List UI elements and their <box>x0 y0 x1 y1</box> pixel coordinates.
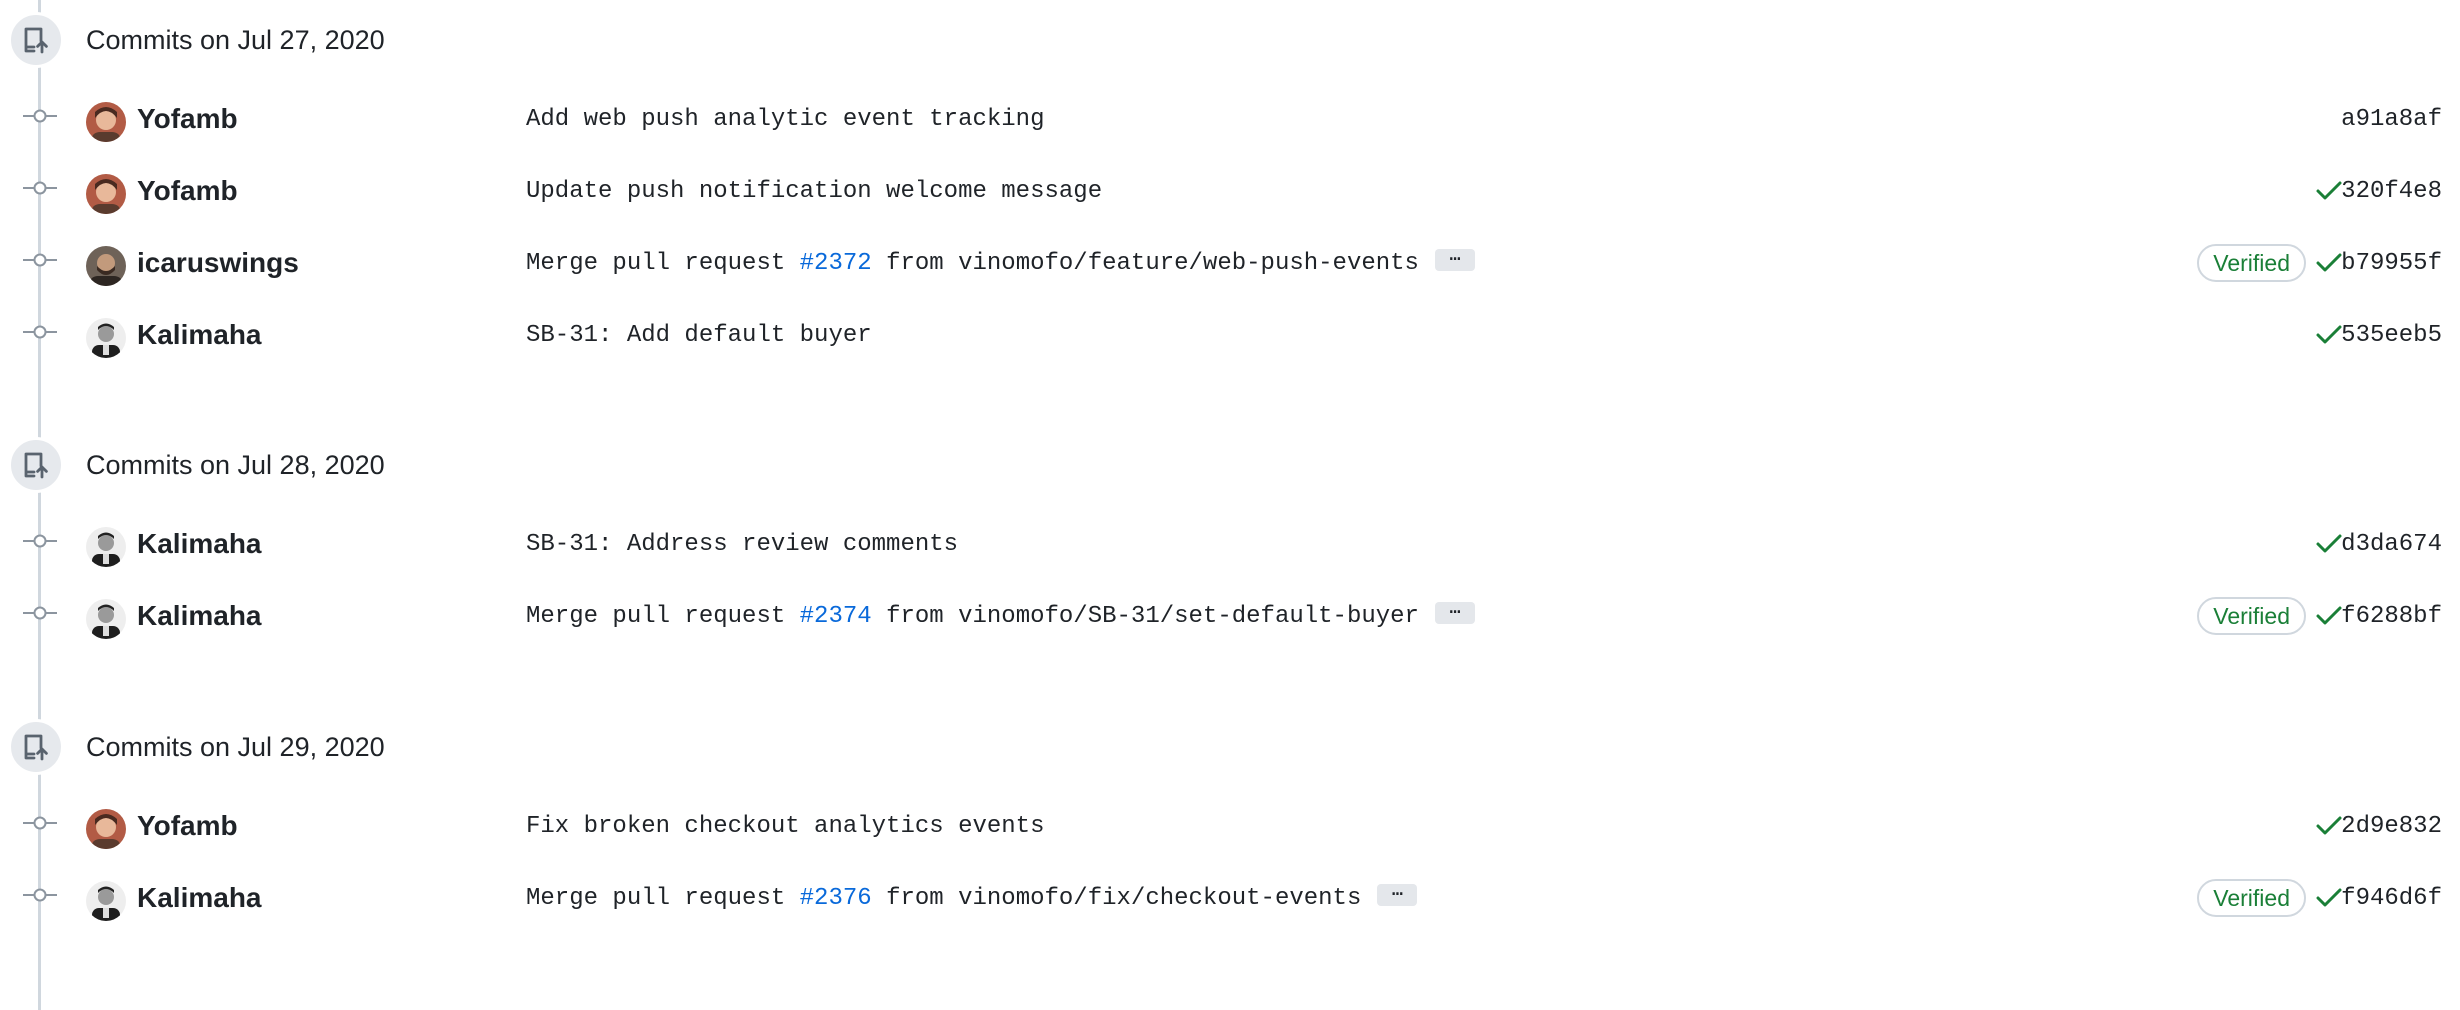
commit-message[interactable]: Fix broken checkout analytics events <box>526 811 1044 843</box>
verified-badge[interactable]: Verified <box>2197 597 2306 635</box>
commit-message[interactable]: Merge pull request #2374 from vinomofo/S… <box>526 600 1475 633</box>
commit-row: Kalimaha Merge pull request #2376 from vi… <box>0 859 2460 931</box>
pull-request-link[interactable]: #2374 <box>800 603 872 630</box>
verified-badge[interactable]: Verified <box>2197 244 2306 282</box>
commit-sha-link[interactable]: 535eeb5 <box>2341 320 2442 352</box>
commit-row: Kalimaha SB-31: Add default buyer 535eeb5 <box>0 296 2460 368</box>
commit-sha-link[interactable]: f6288bf <box>2341 601 2442 633</box>
commit-group-title: Commits on Jul 27, 2020 <box>86 25 385 55</box>
commit-message[interactable]: Add web push analytic event tracking <box>526 104 1044 136</box>
commit-sha-link[interactable]: a91a8af <box>2341 104 2442 136</box>
git-commit-icon <box>23 107 57 125</box>
avatar[interactable] <box>86 174 126 214</box>
commits-page: Commits on Jul 27, 2020 Yofamb Add web pus… <box>0 0 2460 1010</box>
commit-sha-link[interactable]: b79955f <box>2341 248 2442 280</box>
commit-author-link[interactable]: Kalimaha <box>137 317 262 353</box>
commit-group: Commits on Jul 27, 2020 Yofamb Add web pus… <box>0 0 2460 368</box>
repo-push-icon <box>8 719 64 775</box>
check-icon[interactable] <box>2314 813 2344 839</box>
commit-group-header: Commits on Jul 28, 2020 <box>0 425 2460 505</box>
check-icon[interactable] <box>2314 322 2344 348</box>
avatar[interactable] <box>86 246 126 286</box>
commit-author-link[interactable]: Yofamb <box>137 173 238 209</box>
commit-message-text[interactable]: Update push notification welcome message <box>526 178 1102 205</box>
commit-row: Yofamb Add web push analytic event tracki… <box>0 80 2460 152</box>
commit-author-link[interactable]: Kalimaha <box>137 880 262 916</box>
commit-row: Yofamb Update push notification welcome m… <box>0 152 2460 224</box>
verified-badge[interactable]: Verified <box>2197 879 2306 917</box>
commit-row: Yofamb Fix broken checkout analytics even… <box>0 787 2460 859</box>
git-commit-icon <box>23 604 57 622</box>
commit-message-branch[interactable]: from vinomofo/fix/checkout-events <box>872 885 1361 912</box>
commit-row: Kalimaha Merge pull request #2374 from vi… <box>0 577 2460 649</box>
commit-sha-link[interactable]: 320f4e8 <box>2341 176 2442 208</box>
git-commit-icon <box>23 814 57 832</box>
git-commit-icon <box>23 323 57 341</box>
pull-request-link[interactable]: #2376 <box>800 885 872 912</box>
commit-group-header: Commits on Jul 29, 2020 <box>0 707 2460 787</box>
commit-row: icaruswings Merge pull request #2372 from… <box>0 224 2460 296</box>
commit-message[interactable]: SB-31: Add default buyer <box>526 320 872 352</box>
commit-sha-link[interactable]: d3da674 <box>2341 529 2442 561</box>
commit-group-title: Commits on Jul 28, 2020 <box>86 450 385 480</box>
commit-message-branch[interactable]: from vinomofo/feature/web-push-events <box>872 250 1419 277</box>
commit-message[interactable]: SB-31: Address review comments <box>526 529 958 561</box>
avatar[interactable] <box>86 881 126 921</box>
commit-message[interactable]: Merge pull request #2372 from vinomofo/f… <box>526 247 1475 280</box>
check-icon[interactable] <box>2314 603 2344 629</box>
commit-message[interactable]: Merge pull request #2376 from vinomofo/f… <box>526 882 1418 915</box>
commit-group-title: Commits on Jul 29, 2020 <box>86 732 385 762</box>
repo-push-icon <box>8 437 64 493</box>
check-icon[interactable] <box>2314 531 2344 557</box>
repo-push-icon <box>8 12 64 68</box>
commit-group: Commits on Jul 29, 2020 Yofamb Fix broken … <box>0 707 2460 931</box>
commit-message-text[interactable]: Merge pull request <box>526 885 800 912</box>
commit-message-branch[interactable]: from vinomofo/SB-31/set-default-buyer <box>872 603 1419 630</box>
commit-author-link[interactable]: Yofamb <box>137 101 238 137</box>
commit-author-link[interactable]: icaruswings <box>137 245 299 281</box>
commit-message-text[interactable]: SB-31: Address review comments <box>526 531 958 558</box>
avatar[interactable] <box>86 102 126 142</box>
git-commit-icon <box>23 251 57 269</box>
git-commit-icon <box>23 532 57 550</box>
avatar[interactable] <box>86 599 126 639</box>
avatar[interactable] <box>86 809 126 849</box>
commit-sha-link[interactable]: f946d6f <box>2341 883 2442 915</box>
commit-message-text[interactable]: Merge pull request <box>526 250 800 277</box>
check-icon[interactable] <box>2314 250 2344 276</box>
commit-author-link[interactable]: Yofamb <box>137 808 238 844</box>
commit-author-link[interactable]: Kalimaha <box>137 526 262 562</box>
commit-message-text[interactable]: Merge pull request <box>526 603 800 630</box>
commit-group-header: Commits on Jul 27, 2020 <box>0 0 2460 80</box>
pull-request-link[interactable]: #2372 <box>800 250 872 277</box>
commit-message[interactable]: Update push notification welcome message <box>526 176 1102 208</box>
commit-message-text[interactable]: Fix broken checkout analytics events <box>526 813 1044 840</box>
commit-message-text[interactable]: SB-31: Add default buyer <box>526 322 872 349</box>
check-icon[interactable] <box>2314 885 2344 911</box>
commit-message-text[interactable]: Add web push analytic event tracking <box>526 106 1044 133</box>
ellipsis-icon[interactable]: … <box>1434 247 1475 271</box>
commit-group: Commits on Jul 28, 2020 Kalimaha SB-31: Ad… <box>0 425 2460 649</box>
commit-sha-link[interactable]: 2d9e832 <box>2341 811 2442 843</box>
commit-author-link[interactable]: Kalimaha <box>137 598 262 634</box>
git-commit-icon <box>23 179 57 197</box>
git-commit-icon <box>23 886 57 904</box>
ellipsis-icon[interactable]: … <box>1377 882 1418 906</box>
avatar[interactable] <box>86 527 126 567</box>
avatar[interactable] <box>86 318 126 358</box>
check-icon[interactable] <box>2314 178 2344 204</box>
commit-row: Kalimaha SB-31: Address review comments d3… <box>0 505 2460 577</box>
ellipsis-icon[interactable]: … <box>1434 600 1475 624</box>
